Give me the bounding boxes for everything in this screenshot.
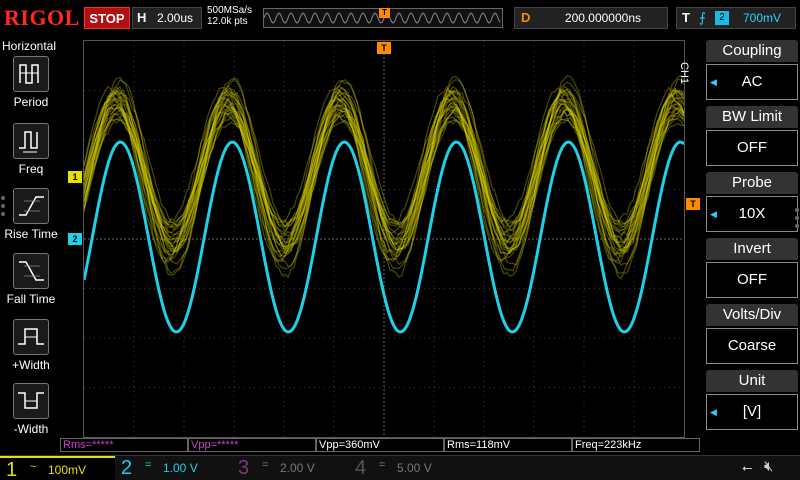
- probe-title: Probe: [706, 172, 798, 194]
- measurement-item[interactable]: Freq=223kHz: [572, 438, 700, 452]
- unit-title: Unit: [706, 370, 798, 392]
- measurement-item[interactable]: Rms=118mV: [444, 438, 572, 452]
- delay-box[interactable]: D 200.000000ns: [514, 7, 668, 29]
- measure-pos-width[interactable]: +Width: [0, 319, 62, 379]
- bw-limit-value: OFF: [737, 139, 767, 156]
- volts-per-div: 1.00 V: [163, 461, 198, 475]
- channel-4-status[interactable]: 4 = 5.00 V: [349, 456, 464, 480]
- invert-value: OFF: [737, 271, 767, 288]
- channel-number: 2: [121, 457, 133, 479]
- probe-menu[interactable]: Probe ◀ 10X: [706, 172, 798, 234]
- measurement-item[interactable]: Rms=*****: [60, 438, 188, 452]
- channel-number: 4: [355, 457, 367, 479]
- bw-limit-title: BW Limit: [706, 106, 798, 128]
- channel-number: 3: [238, 457, 250, 479]
- measure-freq-label: Freq: [18, 162, 44, 176]
- trigger-time-marker[interactable]: T: [377, 42, 391, 54]
- coupling-title: Coupling: [706, 40, 798, 62]
- volts-div-value-box[interactable]: Coarse: [706, 328, 798, 364]
- timebase-value: 2.00us: [157, 11, 194, 25]
- measurement-item[interactable]: Vpp=360mV: [316, 438, 444, 452]
- measure-neg-width[interactable]: -Width: [0, 383, 62, 443]
- volts-per-div: 100mV: [48, 463, 87, 477]
- pos-width-icon: [13, 319, 49, 355]
- select-arrow-icon: ◀: [710, 407, 717, 417]
- period-icon: [13, 56, 49, 92]
- run-stop-indicator[interactable]: STOP: [84, 7, 130, 29]
- coupling-value: AC: [741, 73, 763, 90]
- channel-number: 1: [6, 459, 18, 480]
- volts-div-menu[interactable]: Volts/Div Coarse: [706, 304, 798, 366]
- delay-value: 200.000000ns: [564, 11, 641, 25]
- unit-value-box[interactable]: ◀ [V]: [706, 394, 798, 430]
- top-status-bar: RIGOL STOP H 2.00us 500MSa/s 12.0k pts T…: [0, 0, 800, 36]
- volts-div-value: Coarse: [727, 337, 777, 354]
- delay-label: D: [521, 10, 531, 25]
- bw-limit-menu[interactable]: BW Limit OFF: [706, 106, 798, 168]
- trigger-level: 700mV: [743, 11, 782, 25]
- probe-value: 10X: [738, 205, 766, 222]
- coupling-icon: =: [379, 459, 386, 471]
- memory-depth: 12.0k pts: [207, 16, 248, 27]
- coupling-value-box[interactable]: ◀ AC: [706, 64, 798, 100]
- probe-value-box[interactable]: ◀ 10X: [706, 196, 798, 232]
- measure-pos-width-label: +Width: [12, 358, 50, 372]
- unit-menu[interactable]: Unit ◀ [V]: [706, 370, 798, 432]
- coupling-icon: ~: [30, 461, 37, 473]
- coupling-icon: =: [145, 459, 152, 471]
- freq-icon: [13, 123, 49, 159]
- graticule-and-traces: [84, 41, 684, 437]
- waveform-display[interactable]: [83, 40, 685, 438]
- trigger-label: T: [682, 10, 690, 25]
- waveform-memory-bar: T: [263, 8, 503, 28]
- rising-edge-icon: ⨍: [699, 10, 706, 25]
- neg-width-icon: [13, 383, 49, 419]
- volts-per-div: 2.00 V: [280, 461, 315, 475]
- acquisition-info: 500MSa/s 12.0k pts: [207, 5, 252, 27]
- measure-period-label: Period: [13, 95, 49, 109]
- timebase-box[interactable]: H 2.00us: [132, 7, 202, 29]
- usb-icon: ⭠: [742, 460, 753, 475]
- measure-fall-time[interactable]: Fall Time: [0, 253, 62, 313]
- volts-div-title: Volts/Div: [706, 304, 798, 326]
- select-arrow-icon: ◀: [710, 77, 717, 87]
- bw-limit-value-box[interactable]: OFF: [706, 130, 798, 166]
- ch1-ground-marker[interactable]: 1: [68, 171, 82, 183]
- invert-menu[interactable]: Invert OFF: [706, 238, 798, 300]
- measure-rise-time-label: Rise Time: [4, 227, 58, 241]
- channel-status-bar: 1 ~ 100mV 2 = 1.00 V 3 = 2.00 V 4 = 5.00…: [0, 455, 800, 480]
- channel-1-status[interactable]: 1 ~ 100mV: [0, 456, 115, 480]
- channel-3-status[interactable]: 3 = 2.00 V: [232, 456, 347, 480]
- invert-title: Invert: [706, 238, 798, 260]
- speaker-muted-icon[interactable]: 🔇︎: [764, 458, 773, 475]
- trigger-box[interactable]: T ⨍ 2 700mV: [676, 7, 796, 29]
- fall-time-icon: [13, 253, 49, 289]
- rigol-logo: RIGOL: [4, 5, 80, 30]
- measure-neg-width-label: -Width: [13, 422, 49, 436]
- channel-settings-menu: Coupling ◀ AC BW Limit OFF Probe ◀ 10X Inv…: [688, 36, 800, 436]
- sample-rate: 500MSa/s: [207, 5, 253, 16]
- trigger-position-marker: T: [379, 8, 390, 18]
- select-arrow-icon: ◀: [710, 209, 717, 219]
- ch2-ground-marker[interactable]: 2: [68, 233, 82, 245]
- coupling-icon: =: [262, 459, 269, 471]
- channel-2-status[interactable]: 2 = 1.00 V: [115, 456, 230, 480]
- measure-freq[interactable]: Freq: [0, 123, 62, 183]
- measure-period[interactable]: Period: [0, 56, 62, 116]
- menu-page-dots: [795, 208, 799, 232]
- measurement-bar: Rms=***** Vpp=***** Vpp=360mV Rms=118mV …: [60, 438, 700, 453]
- trigger-source: 2: [715, 11, 729, 25]
- panel-title: Horizontal: [2, 39, 57, 53]
- volts-per-div: 5.00 V: [397, 461, 432, 475]
- measure-rise-time[interactable]: Rise Time: [0, 188, 62, 248]
- rise-time-icon: [13, 188, 49, 224]
- horizontal-label: H: [137, 10, 147, 25]
- coupling-menu[interactable]: Coupling ◀ AC: [706, 40, 798, 102]
- measure-fall-time-label: Fall Time: [6, 292, 56, 306]
- unit-value: [V]: [742, 403, 762, 420]
- horizontal-measure-panel: Horizontal Period Freq Rise Time Fall Ti…: [0, 36, 62, 456]
- page-dots: [1, 196, 5, 220]
- invert-value-box[interactable]: OFF: [706, 262, 798, 298]
- measurement-item[interactable]: Vpp=*****: [188, 438, 316, 452]
